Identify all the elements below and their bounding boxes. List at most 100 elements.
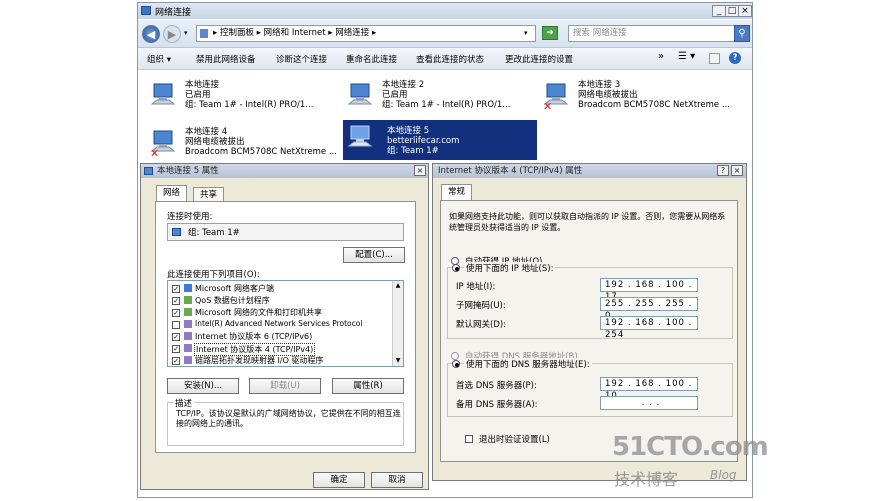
protocol-icon — [184, 344, 192, 352]
list-item[interactable]: ✓ 链路层拓扑发现映射器 I/O 驱动程序 — [170, 355, 393, 366]
manual-dns-radio[interactable] — [452, 360, 460, 368]
connection-adapter: 组: Team 1# — [387, 146, 439, 156]
checkbox[interactable]: ✓ — [172, 357, 180, 365]
item-label: Intel(R) Advanced Network Services Proto… — [195, 319, 363, 328]
dialog-title: Internet 协议版本 4 (TCP/IPv4) 属性 — [438, 166, 583, 176]
manual-ip-radio[interactable] — [452, 264, 460, 272]
view-status-button[interactable]: 查看此连接的状态 — [416, 53, 484, 65]
list-scrollbar[interactable]: ▲ ▼ — [392, 281, 403, 366]
item-label: 链路层拓扑发现映射器 I/O 驱动程序 — [195, 356, 324, 365]
checkbox[interactable]: ✓ — [172, 297, 180, 305]
service-icon — [184, 308, 192, 316]
help-icon[interactable]: ? — [729, 52, 741, 64]
list-item[interactable]: ✓ Microsoft 网络的文件和打印机共享 — [170, 307, 393, 319]
uninstall-button[interactable]: 卸载(U) — [249, 378, 321, 394]
checkbox[interactable]: ✓ — [172, 333, 180, 341]
close-button[interactable]: × — [731, 165, 743, 176]
list-item-selected[interactable]: ✓ Internet 协议版本 4 (TCP/IPv4) — [170, 343, 393, 356]
help-button[interactable]: ? — [717, 165, 729, 176]
diagnose-button[interactable]: 诊断这个连接 — [276, 53, 327, 65]
client-icon — [184, 284, 192, 292]
rename-button[interactable]: 重命名此连接 — [346, 53, 397, 65]
connection-adapter: 组: Team 1# - Intel(R) PRO/1... — [185, 100, 314, 110]
protocol-icon — [184, 356, 192, 364]
scroll-down-icon[interactable]: ▼ — [394, 357, 402, 365]
connection-adapter: Broadcom BCM5708C NetXtreme ... — [578, 100, 730, 110]
close-button[interactable]: × — [414, 165, 426, 176]
preferred-dns-input[interactable]: 192 . 168 . 100 . 10 — [600, 377, 698, 401]
scroll-up-icon[interactable]: ▲ — [394, 282, 402, 290]
disconnected-x-icon: ✕ — [543, 100, 553, 113]
subnet-mask-input[interactable]: 255 . 255 . 255 . 0 — [600, 297, 698, 321]
go-button[interactable]: ➜ — [542, 26, 558, 40]
ip-address-input[interactable]: 192 . 168 . 100 . 17 — [600, 278, 698, 302]
manual-dns-group: 使用下面的 DNS 服务器地址(E): 首选 DNS 服务器(P): 192 .… — [447, 358, 733, 417]
connection-item-selected[interactable]: 本地连接 5 betterlifecar.com 组: Team 1# — [343, 120, 537, 160]
adapter-icon — [172, 228, 181, 236]
views-icon[interactable]: ☰ ▾ — [678, 51, 695, 62]
manual-dns-label: 使用下面的 DNS 服务器地址(E): — [464, 358, 592, 370]
cancel-button[interactable]: 取消 — [371, 472, 423, 488]
control-panel-icon — [200, 29, 208, 38]
validate-checkbox[interactable] — [465, 435, 473, 443]
search-icon[interactable]: ⚲ — [734, 25, 750, 42]
address-input[interactable]: ▸ 控制面板 ▸ 网络和 Internet ▸ 网络连接 ▸ — [196, 25, 536, 42]
checkbox[interactable]: ✓ — [172, 309, 180, 317]
minimize-button[interactable]: _ — [712, 5, 726, 17]
back-button[interactable]: ◀ — [142, 25, 160, 43]
address-path: ▸ 控制面板 ▸ 网络和 Internet ▸ 网络连接 ▸ — [213, 28, 377, 38]
auto-dns-radio[interactable] — [451, 352, 459, 360]
tab-network[interactable]: 网络 — [156, 185, 188, 201]
checkbox[interactable]: ✓ — [172, 285, 180, 293]
preferred-dns-label: 首选 DNS 服务器(P): — [456, 381, 537, 391]
list-item[interactable]: ✓ Internet 协议版本 6 (TCP/IPv6) — [170, 331, 393, 343]
more-options-icon[interactable]: » — [658, 51, 664, 62]
checkbox[interactable] — [172, 321, 180, 329]
description-group: 描述 TCP/IP。该协议是默认的广域网络协议，它提供在不同的相互连接的网络上的… — [167, 397, 404, 446]
network-folder-icon — [141, 6, 151, 15]
connect-using-label: 连接时使用: — [167, 212, 213, 222]
items-list[interactable]: ✓ Microsoft 网络客户端 ✓ QoS 数据包计划程序 ✓ Microsoft… — [167, 280, 404, 367]
connection-status: betterlifecar.com — [387, 136, 460, 146]
list-item[interactable]: ✓ QoS 数据包计划程序 — [170, 295, 393, 307]
recent-pages-icon[interactable]: ▾ — [184, 29, 188, 37]
disable-device-button[interactable]: 禁用此网络设备 — [196, 53, 256, 65]
general-tab-panel: 如果网络支持此功能，则可以获取自动指派的 IP 设置。否则，您需要从网络系统管理… — [440, 200, 738, 462]
adapter-field: 组: Team 1# — [167, 223, 404, 241]
tab-sharing[interactable]: 共享 — [193, 187, 225, 202]
ok-button[interactable]: 确定 — [313, 472, 365, 488]
checkbox[interactable]: ✓ — [172, 345, 180, 353]
list-item[interactable]: Intel(R) Advanced Network Services Proto… — [170, 319, 393, 331]
organize-menu[interactable]: 组织 ▾ — [147, 53, 171, 65]
network-adapter-icon — [347, 83, 373, 105]
connection-item[interactable]: ✕ 本地连接 3 网络电缆被拔出 Broadcom BCM5708C NetXt… — [543, 78, 733, 118]
connection-name: 本地连接 5 — [387, 126, 430, 136]
install-button[interactable]: 安装(N)... — [167, 378, 239, 394]
list-item[interactable]: ✓ Microsoft 网络客户端 — [170, 283, 393, 295]
connection-item[interactable]: ✕ 本地连接 4 网络电缆被拔出 Broadcom BCM5708C NetXt… — [150, 125, 340, 165]
network-adapter-icon — [144, 167, 153, 175]
watermark-logo: 51CTO.com 技术博客 Blog — [612, 432, 769, 489]
alternate-dns-input[interactable]: . . . — [600, 396, 698, 410]
watermark-site: 51CTO.com — [612, 432, 769, 462]
gateway-input[interactable]: 192 . 168 . 100 . 254 — [600, 316, 698, 340]
adapter-name: 组: Team 1# — [188, 228, 240, 238]
close-button[interactable]: × — [738, 5, 752, 17]
properties-button[interactable]: 属性(R) — [332, 378, 404, 394]
connection-name: 本地连接 2 — [382, 80, 425, 90]
configure-button[interactable]: 配置(C)... — [343, 247, 405, 263]
address-dropdown-icon[interactable]: ▾ — [524, 29, 528, 37]
preview-pane-icon[interactable] — [709, 53, 720, 64]
manual-ip-label: 使用下面的 IP 地址(S): — [464, 262, 556, 274]
maximize-button[interactable]: □ — [725, 5, 739, 17]
watermark-blog: Blog — [710, 468, 737, 482]
forward-button[interactable]: ▶ — [163, 25, 181, 43]
connection-item[interactable]: 本地连接 已启用 组: Team 1# - Intel(R) PRO/1... — [150, 78, 340, 118]
change-settings-button[interactable]: 更改此连接的设置 — [505, 53, 573, 65]
tab-general[interactable]: 常规 — [441, 184, 473, 200]
search-input[interactable]: 搜索 网络连接 — [568, 25, 738, 42]
item-label: Microsoft 网络的文件和打印机共享 — [195, 308, 322, 317]
connection-name: 本地连接 3 — [578, 80, 621, 90]
connection-item[interactable]: 本地连接 2 已启用 组: Team 1# - Intel(R) PRO/1..… — [347, 78, 537, 118]
connection-status: 已启用 — [185, 90, 211, 100]
